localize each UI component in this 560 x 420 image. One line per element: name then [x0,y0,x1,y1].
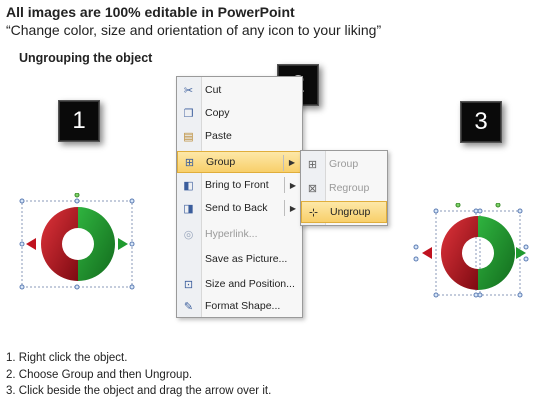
submenu-arrow-icon: ▶ [288,157,295,167]
submenu-arrow-icon: ▶ [289,180,296,190]
submenu-item-group[interactable]: ⊞ Group [301,153,387,175]
grouped-ring-diagram[interactable] [18,193,138,293]
page-title: All images are 100% editable in PowerPoi… [6,4,295,20]
context-menu: ✂ Cut ❐ Copy ▤ Paste ⊞ Group ▶ ◧ Bring t… [176,76,303,318]
hyperlink-icon: ◎ [183,228,194,241]
red-half [41,207,78,281]
page-subtitle: “Change color, size and orientation of a… [6,22,382,38]
left-arrow-icon [422,247,432,259]
submenu-item-regroup[interactable]: ⊠ Regroup [301,177,387,199]
instruction-steps: 1. Right click the object. 2. Choose Gro… [6,350,271,400]
step-badge-1: 1 [58,100,100,142]
green-half [78,207,115,281]
format-shape-icon: ✎ [183,300,194,313]
submenu-separator [284,200,285,216]
step-1-text: 1. Right click the object. [6,352,128,364]
group-submenu: ⊞ Group ⊠ Regroup ⊹ Ungroup [300,150,388,226]
section-heading: Ungrouping the object [19,51,153,65]
scissors-icon: ✂ [183,84,194,97]
bring-to-front-icon: ◧ [183,179,194,192]
step-2-text: 2. Choose Group and then Ungroup. [6,368,193,381]
size-position-icon: ⊡ [183,278,194,291]
group-icon: ⊞ [184,156,195,169]
menu-item-save-as-picture[interactable]: Save as Picture... [177,248,302,270]
menu-item-hyperlink[interactable]: ◎ Hyperlink... [177,223,302,245]
submenu-item-ungroup[interactable]: ⊹ Ungroup [301,201,387,223]
menu-item-bring-to-front[interactable]: ◧ Bring to Front ▶ [177,174,302,196]
submenu-separator [284,177,285,193]
send-to-back-icon: ◨ [183,202,194,215]
step-3-text: 3. Click beside the object and drag the … [6,385,272,397]
left-arrow-icon [26,238,36,250]
ungroup-icon: ⊹ [308,206,319,219]
red-half [441,216,478,290]
menu-item-copy[interactable]: ❐ Copy [177,102,302,124]
right-arrow-icon [118,238,128,250]
ungrouped-ring-diagram[interactable] [408,203,533,303]
menu-item-send-to-back[interactable]: ◨ Send to Back ▶ [177,197,302,219]
group-icon: ⊞ [307,158,318,171]
paste-icon: ▤ [183,130,194,143]
step-badge-3: 3 [460,101,502,143]
menu-item-cut[interactable]: ✂ Cut [177,79,302,101]
submenu-separator [283,155,284,171]
regroup-icon: ⊠ [307,182,318,195]
copy-icon: ❐ [183,107,194,120]
green-half [478,216,515,290]
submenu-arrow-icon: ▶ [289,203,296,213]
menu-item-size-and-position[interactable]: ⊡ Size and Position... [177,273,302,295]
menu-item-paste[interactable]: ▤ Paste [177,125,302,147]
menu-item-format-shape[interactable]: ✎ Format Shape... [177,295,302,317]
menu-item-group[interactable]: ⊞ Group ▶ [177,151,302,173]
